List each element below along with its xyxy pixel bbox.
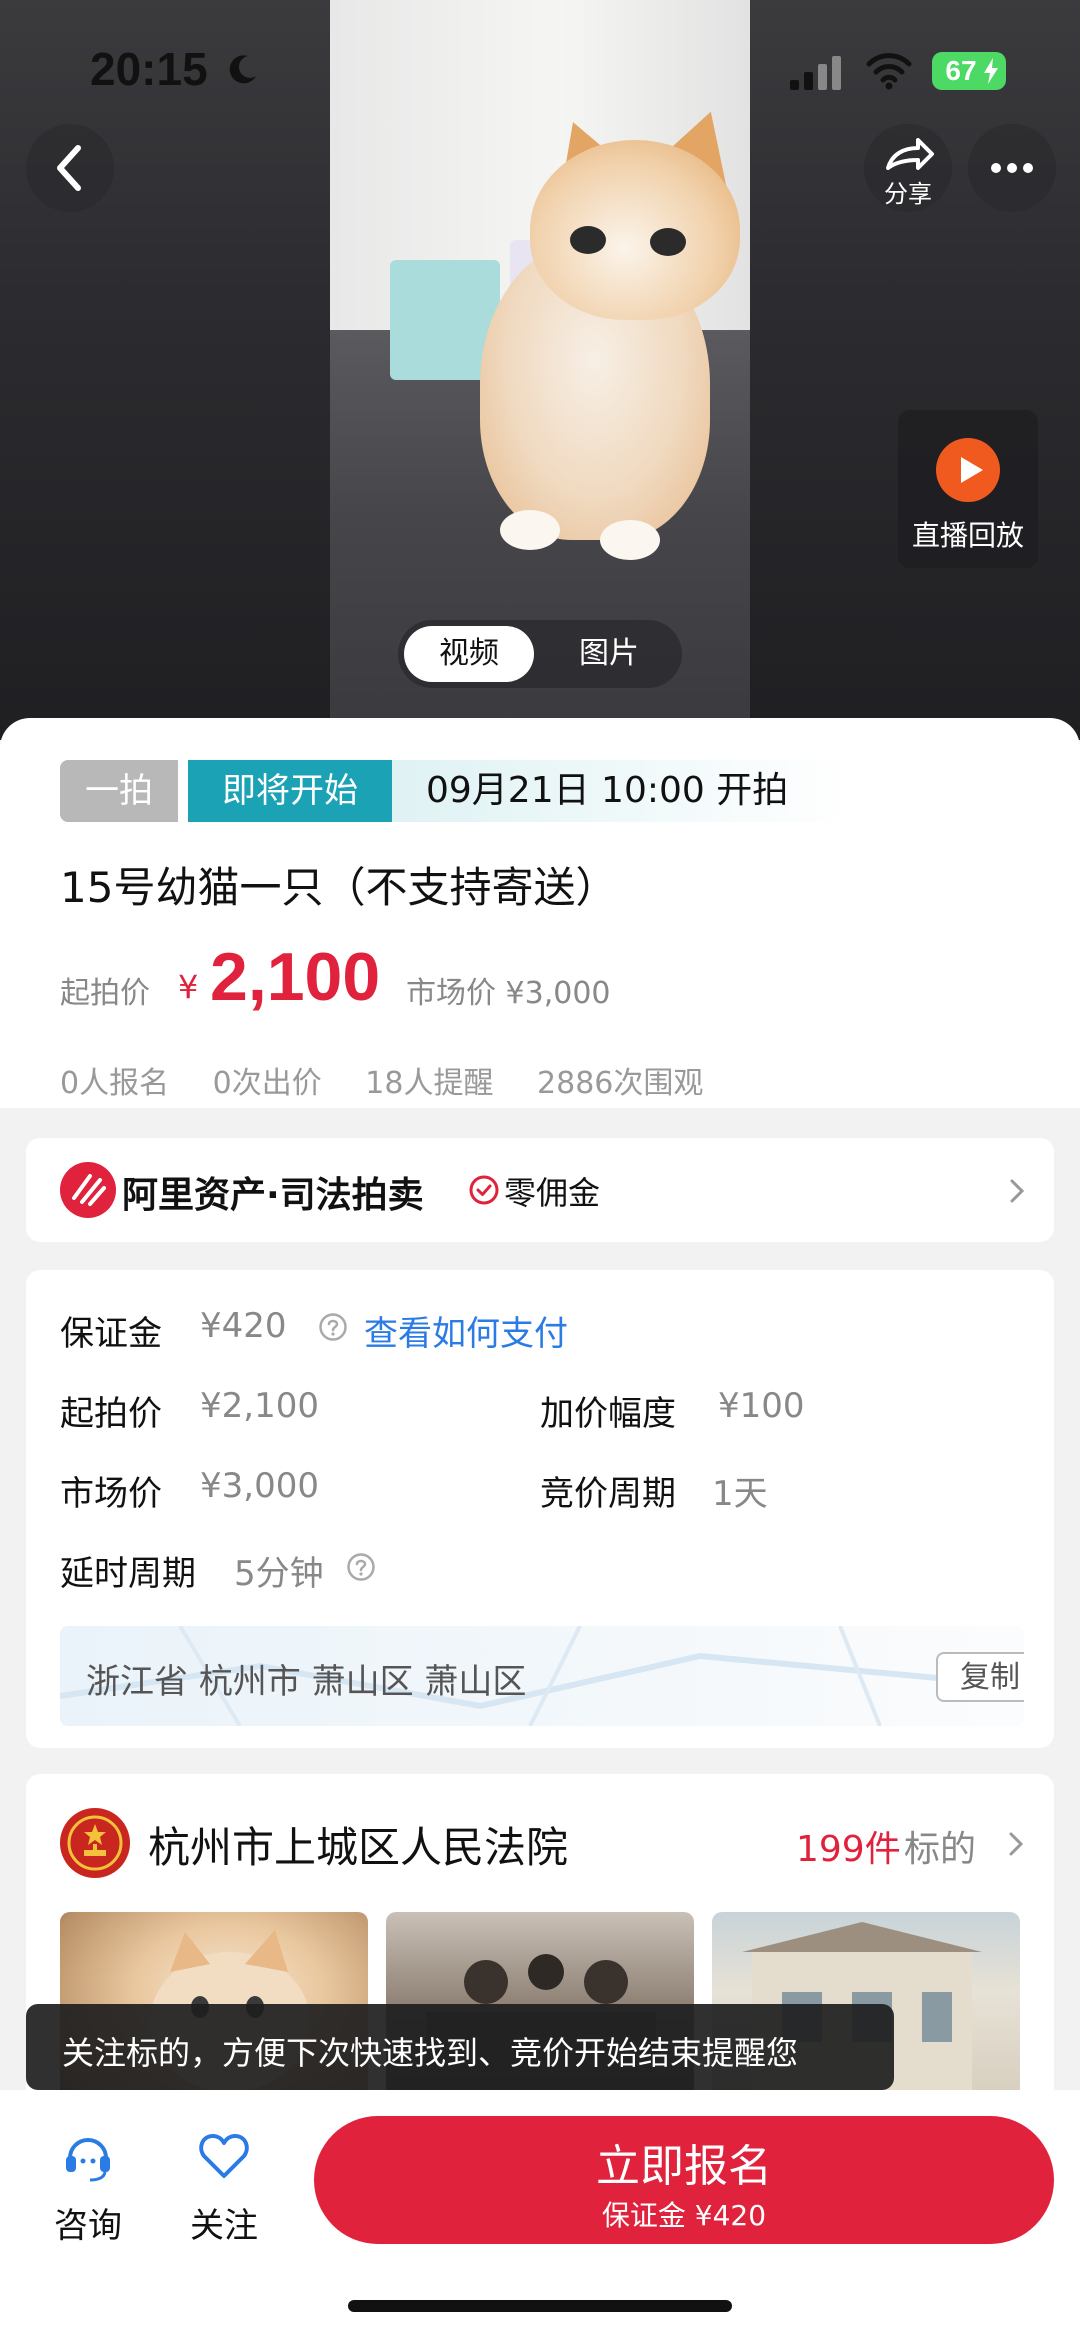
- market-price-label: 市场价: [60, 1474, 162, 1514]
- delay-cycle-label: 延时周期: [60, 1554, 196, 1594]
- media-header: 20:15 67 分享 直播回放 视频 图片: [0, 0, 1080, 740]
- share-button[interactable]: 分享: [864, 124, 952, 212]
- court-lot-count[interactable]: 199件: [796, 1820, 901, 1872]
- increment-value: ¥100: [718, 1386, 805, 1426]
- tab-images[interactable]: 图片: [544, 626, 674, 682]
- copy-address-button[interactable]: 复制: [936, 1652, 1024, 1702]
- back-button[interactable]: [26, 124, 114, 212]
- increment-label: 加价幅度: [540, 1394, 676, 1434]
- court-lot-suffix[interactable]: 标的: [904, 1820, 976, 1872]
- auction-status-tag: 即将开始: [188, 760, 392, 822]
- kitten-head: [530, 140, 740, 320]
- tab-video[interactable]: 视频: [404, 626, 534, 682]
- alibaba-asset-logo: [60, 1162, 116, 1218]
- play-icon: [936, 438, 1000, 502]
- market-price-value: ¥3,000: [200, 1466, 319, 1506]
- signal-icon: [790, 56, 841, 90]
- bid-cycle-label: 竞价周期: [540, 1474, 676, 1514]
- court-name[interactable]: 杭州市上城区人民法院: [148, 1814, 568, 1875]
- market-price: 市场价 ¥3,000: [406, 976, 611, 1011]
- delay-cycle-value: 5分钟: [234, 1554, 324, 1594]
- status-time: 20:15: [90, 43, 208, 95]
- kitten-eye: [570, 226, 606, 254]
- auction-details-card: 保证金 ¥420 查看如何支付 起拍价 ¥2,100 加价幅度 ¥100 市场价…: [26, 1270, 1054, 1748]
- deposit-label: 保证金: [60, 1314, 162, 1354]
- start-price-label: 起拍价: [60, 1394, 162, 1434]
- more-button[interactable]: [968, 124, 1056, 212]
- item-title: 15号幼猫一只（不支持寄送）: [60, 863, 618, 912]
- platform-name: 阿里资产·司法拍卖: [122, 1175, 424, 1216]
- help-icon[interactable]: [346, 1552, 376, 1582]
- follow-button[interactable]: 关注: [174, 2128, 274, 2258]
- headset-icon: [66, 2138, 110, 2182]
- kitten-eye: [650, 228, 686, 256]
- consult-button[interactable]: 咨询: [38, 2128, 138, 2258]
- auction-summary-card: 一拍 即将开始 09月21日 10:00 开拍 15号幼猫一只（不支持寄送） 起…: [0, 718, 1080, 1108]
- share-label: 分享: [884, 180, 932, 208]
- more-icon: [991, 163, 1033, 173]
- moon-icon: [229, 55, 256, 84]
- how-to-pay-link[interactable]: 查看如何支付: [364, 1306, 568, 1355]
- check-circle-icon: [469, 1175, 499, 1205]
- stat-views: 2886次围观: [537, 1066, 704, 1101]
- price-row: 起拍价 ¥ 2,100 市场价 ¥3,000: [60, 938, 1040, 1018]
- signup-deposit: 保证金 ¥420: [601, 2199, 767, 2232]
- consult-label: 咨询: [54, 2206, 122, 2246]
- status-bar: 20:15 67: [0, 0, 1080, 140]
- live-replay-button[interactable]: 直播回放: [898, 410, 1038, 568]
- chevron-right-icon: [1010, 1179, 1025, 1203]
- kitten-paw: [600, 520, 660, 560]
- bolt-icon: [984, 58, 998, 84]
- follow-tooltip-text: 关注标的，方便下次快速找到、竞价开始结束提醒您: [62, 2034, 799, 2072]
- battery-indicator: 67: [932, 52, 1006, 90]
- follow-label: 关注: [190, 2206, 258, 2246]
- auction-start-time: 09月21日 10:00 开拍: [392, 760, 852, 822]
- auction-round-tag: 一拍: [60, 760, 178, 822]
- auction-stats: 0人报名 0次出价 18人提醒 2886次围观: [60, 1058, 737, 1102]
- kitten-paw: [500, 510, 560, 550]
- address-text: 浙江省 杭州市 萧山区 萧山区: [86, 1662, 527, 1702]
- start-price-value: 2,100: [210, 939, 381, 1015]
- court-emblem-icon: [60, 1808, 130, 1878]
- stat-signups: 0人报名: [60, 1066, 170, 1101]
- help-icon[interactable]: [318, 1312, 348, 1342]
- home-indicator: [348, 2300, 732, 2312]
- bid-cycle-value: 1天: [712, 1474, 768, 1514]
- signup-label: 立即报名: [596, 2141, 772, 2192]
- platform-row[interactable]: 阿里资产·司法拍卖 零佣金: [26, 1138, 1054, 1242]
- stat-bids: 0次出价: [212, 1066, 322, 1101]
- deposit-value: ¥420: [200, 1306, 287, 1346]
- chevron-right-icon[interactable]: [1006, 1830, 1026, 1858]
- start-price-label: 起拍价: [60, 976, 150, 1011]
- media-tab-switch: 视频 图片: [398, 620, 682, 688]
- start-price-value: ¥2,100: [200, 1386, 319, 1426]
- back-icon: [57, 145, 81, 191]
- live-replay-label: 直播回放: [911, 519, 1024, 552]
- signup-button[interactable]: 立即报名 保证金 ¥420: [314, 2116, 1054, 2244]
- wifi-icon: [866, 53, 912, 90]
- follow-tooltip: 关注标的，方便下次快速找到、竞价开始结束提醒您: [26, 2004, 894, 2108]
- heart-icon: [199, 2134, 249, 2178]
- address-box: 浙江省 杭州市 萧山区 萧山区 复制: [60, 1626, 1024, 1726]
- currency-symbol: ¥: [178, 968, 199, 1006]
- stat-reminders: 18人提醒: [365, 1066, 494, 1101]
- commission-badge: 零佣金: [504, 1174, 601, 1212]
